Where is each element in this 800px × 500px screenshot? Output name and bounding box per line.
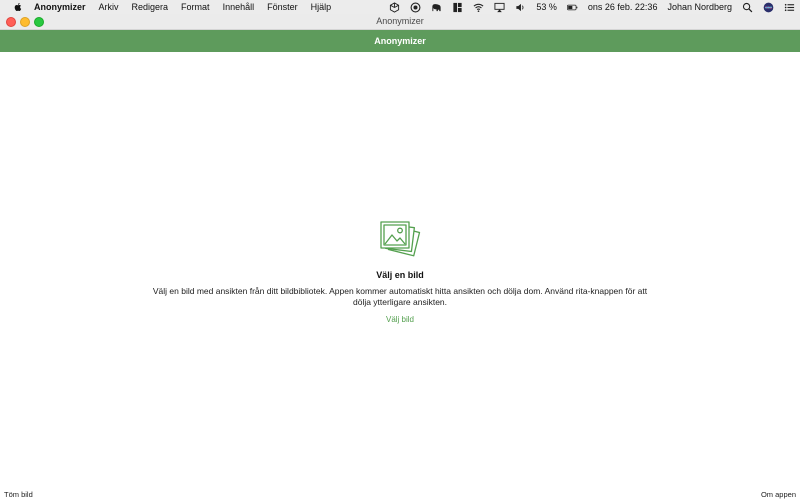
menubar-clock[interactable]: ons 26 feb. 22:36 bbox=[588, 2, 658, 12]
search-icon[interactable] bbox=[742, 2, 753, 13]
list-icon[interactable] bbox=[784, 2, 795, 13]
menu-app-name[interactable]: Anonymizer bbox=[34, 2, 86, 12]
circle-icon[interactable] bbox=[410, 2, 421, 13]
empty-state-description: Välj en bild med ansikten från ditt bild… bbox=[152, 286, 648, 307]
app-header: Anonymizer bbox=[0, 30, 800, 52]
elephant-icon[interactable] bbox=[431, 2, 442, 13]
about-app-button[interactable]: Om appen bbox=[761, 490, 796, 499]
airplay-icon[interactable] bbox=[494, 2, 505, 13]
window-title: Anonymizer bbox=[376, 16, 424, 26]
menu-bar: Anonymizer Arkiv Redigera Format Innehål… bbox=[0, 0, 800, 15]
battery-icon[interactable] bbox=[566, 2, 578, 13]
empty-state-heading: Välj en bild bbox=[376, 270, 424, 280]
menubar-user[interactable]: Johan Nordberg bbox=[667, 2, 732, 12]
photo-stack-icon bbox=[380, 221, 421, 257]
clear-image-button[interactable]: Töm bild bbox=[4, 490, 33, 499]
menu-item-format[interactable]: Format bbox=[181, 2, 210, 12]
menu-item-redigera[interactable]: Redigera bbox=[132, 2, 169, 12]
menu-item-innehall[interactable]: Innehåll bbox=[223, 2, 255, 12]
menu-item-hjalp[interactable]: Hjälp bbox=[311, 2, 332, 12]
battery-percent: 53 % bbox=[536, 2, 557, 12]
wifi-icon[interactable] bbox=[473, 2, 484, 13]
siri-icon[interactable] bbox=[763, 2, 774, 13]
empty-state: Välj en bild Välj en bild med ansikten f… bbox=[0, 218, 800, 327]
volume-icon[interactable] bbox=[515, 2, 526, 13]
menu-item-arkiv[interactable]: Arkiv bbox=[99, 2, 119, 12]
notch-icon[interactable] bbox=[452, 2, 463, 13]
cube-icon[interactable] bbox=[389, 1, 400, 13]
apple-icon[interactable] bbox=[13, 2, 23, 12]
menu-item-fonster[interactable]: Fönster bbox=[267, 2, 298, 12]
choose-image-button[interactable]: Välj bild bbox=[386, 315, 414, 324]
window-title-bar[interactable]: Anonymizer bbox=[0, 14, 800, 30]
